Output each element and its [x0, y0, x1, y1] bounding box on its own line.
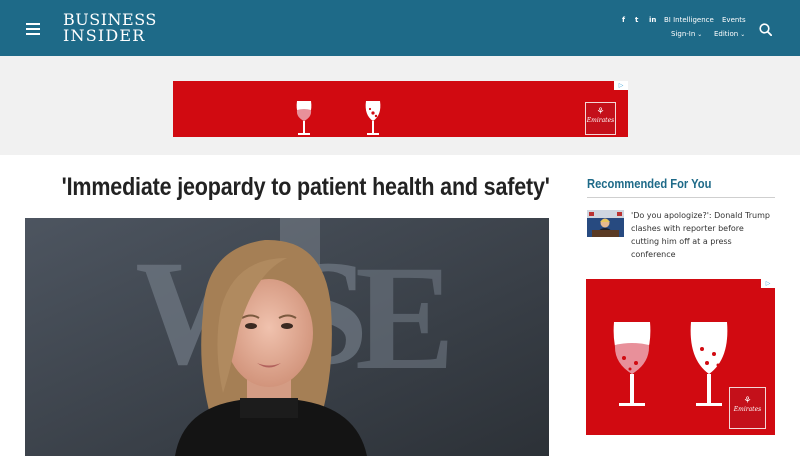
- business-insider-logo[interactable]: BUSINESS INSIDER: [63, 12, 157, 44]
- top-navigation-bar: BUSINESS INSIDER f t in BI Intelligence …: [0, 0, 800, 56]
- twitter-icon[interactable]: t: [635, 16, 638, 24]
- emirates-wordmark: Emirates: [733, 406, 762, 413]
- facebook-icon[interactable]: f: [622, 16, 625, 24]
- sign-in-dropdown[interactable]: Sign-In ⌄: [671, 30, 702, 38]
- top-banner-ad[interactable]: ⚘ Emirates ▷: [173, 81, 628, 137]
- sidebar-ad[interactable]: ⚘ Emirates ▷: [586, 279, 775, 435]
- recommended-divider: [587, 197, 775, 198]
- recommended-item-title[interactable]: 'Do you apologize?': Donald Trump clashe…: [631, 209, 771, 261]
- bi-intelligence-link[interactable]: BI Intelligence: [664, 16, 714, 24]
- sign-in-label: Sign-In: [671, 30, 696, 38]
- chevron-down-icon: ⌄: [697, 31, 703, 38]
- recommended-heading: Recommended For You: [587, 176, 712, 191]
- recommended-item-thumbnail[interactable]: [587, 210, 624, 237]
- linkedin-icon[interactable]: in: [649, 16, 656, 24]
- emirates-emblem: ⚘: [596, 107, 605, 117]
- article-headline: 'Immediate jeopardy to patient health an…: [61, 173, 550, 201]
- emirates-wordmark: Emirates: [586, 117, 615, 124]
- emirates-emblem: ⚘: [743, 396, 752, 406]
- svg-text:E: E: [355, 235, 455, 401]
- edition-label: Edition: [714, 30, 739, 38]
- hamburger-menu-icon[interactable]: [26, 23, 40, 35]
- adchoices-icon[interactable]: ▷: [761, 279, 775, 288]
- emirates-logo: ⚘ Emirates: [585, 102, 616, 135]
- edition-dropdown[interactable]: Edition ⌄: [714, 30, 745, 38]
- logo-line-2: INSIDER: [63, 26, 146, 45]
- wine-glasses-illustration: [296, 101, 381, 135]
- chevron-down-icon: ⌄: [740, 31, 746, 38]
- emirates-logo: ⚘ Emirates: [729, 387, 766, 429]
- adchoices-icon[interactable]: ▷: [614, 81, 628, 90]
- hero-photo-illustration: WS E: [25, 218, 549, 456]
- article-hero-image[interactable]: WS E: [25, 218, 549, 456]
- events-link[interactable]: Events: [722, 16, 746, 24]
- press-conference-thumbnail: [587, 210, 624, 237]
- search-icon[interactable]: [759, 23, 772, 36]
